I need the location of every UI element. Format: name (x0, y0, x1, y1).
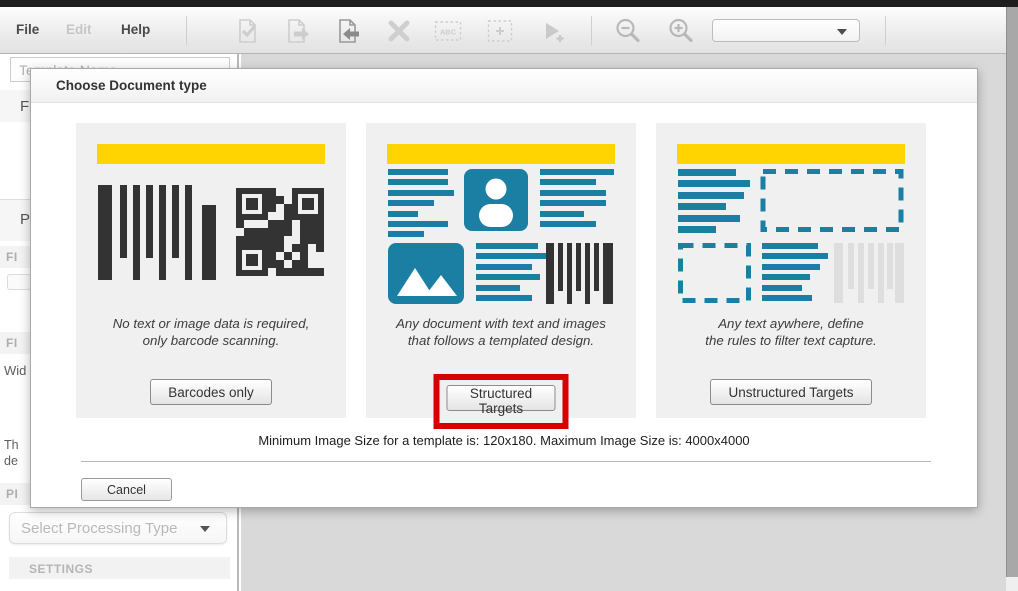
menu-file[interactable]: File (10, 7, 45, 53)
card-yellow-header-graphic (677, 144, 905, 164)
toolbar: File Edit Help (0, 7, 1018, 54)
sidebar-label-fragment: Wid (4, 363, 26, 378)
scrollbar-footer (1006, 577, 1018, 591)
menu-help[interactable]: Help (115, 7, 156, 53)
menu-edit: Edit (60, 7, 98, 53)
sidebar-text-fragment: de (4, 454, 18, 468)
card-description: Any document with text and images that f… (366, 315, 636, 349)
svg-text:ABC: ABC (440, 28, 457, 37)
application-window: File Edit Help (0, 0, 1018, 591)
zoom-out-icon[interactable] (613, 17, 643, 45)
text-capture-abc-icon[interactable]: ABC (433, 17, 463, 45)
window-top-bar (0, 0, 1018, 7)
barcodes-only-button[interactable]: Barcodes only (150, 379, 272, 405)
structured-document-graphic (388, 169, 614, 304)
validate-document-icon[interactable] (233, 17, 263, 45)
processing-type-placeholder: Select Processing Type (21, 520, 177, 537)
chevron-down-icon (837, 29, 847, 35)
unstructured-document-graphic (678, 169, 904, 304)
card-unstructured-targets: Any text aywhere, define the rules to fi… (656, 123, 926, 418)
sidebar-section-fragment: F (20, 98, 29, 115)
add-target-icon[interactable] (485, 17, 515, 45)
processing-type-dropdown[interactable]: Select Processing Type (9, 512, 227, 544)
choose-document-type-dialog: Choose Document type No text or image da… (30, 68, 978, 508)
sidebar-checkbox-fragment[interactable] (7, 274, 31, 290)
zoom-in-icon[interactable] (666, 17, 696, 45)
card-yellow-header-graphic (387, 144, 615, 164)
dialog-divider (81, 461, 931, 462)
export-document-icon[interactable] (283, 17, 313, 45)
highlight-red-box: Structured Targets (434, 374, 569, 429)
delete-icon[interactable] (384, 17, 414, 45)
import-document-icon[interactable] (334, 17, 364, 45)
barcode-qr-graphic (98, 185, 324, 285)
sidebar-section-settings[interactable]: SETTINGS (9, 557, 230, 579)
card-yellow-header-graphic (97, 144, 325, 164)
zoom-level-dropdown[interactable] (712, 19, 860, 42)
cancel-button[interactable]: Cancel (81, 478, 172, 501)
toolbar-separator (885, 16, 886, 45)
card-barcodes-only: No text or image data is required, only … (76, 123, 346, 418)
toolbar-separator (591, 16, 592, 45)
card-structured-targets: Any document with text and images that f… (366, 123, 636, 418)
sidebar-section-fragment: P (20, 211, 30, 228)
chevron-down-icon (200, 526, 210, 532)
card-description: Any text aywhere, define the rules to fi… (656, 315, 926, 349)
unstructured-targets-button[interactable]: Unstructured Targets (710, 379, 871, 405)
image-size-note: Minimum Image Size for a template is: 12… (31, 433, 977, 448)
run-add-icon[interactable] (537, 17, 567, 45)
dialog-title: Choose Document type (31, 69, 977, 103)
window-right-scrollbar[interactable] (1006, 7, 1018, 577)
structured-targets-button[interactable]: Structured Targets (447, 385, 556, 411)
card-description: No text or image data is required, only … (76, 315, 346, 349)
toolbar-separator (186, 16, 187, 45)
sidebar-text-fragment: Th (4, 438, 19, 452)
